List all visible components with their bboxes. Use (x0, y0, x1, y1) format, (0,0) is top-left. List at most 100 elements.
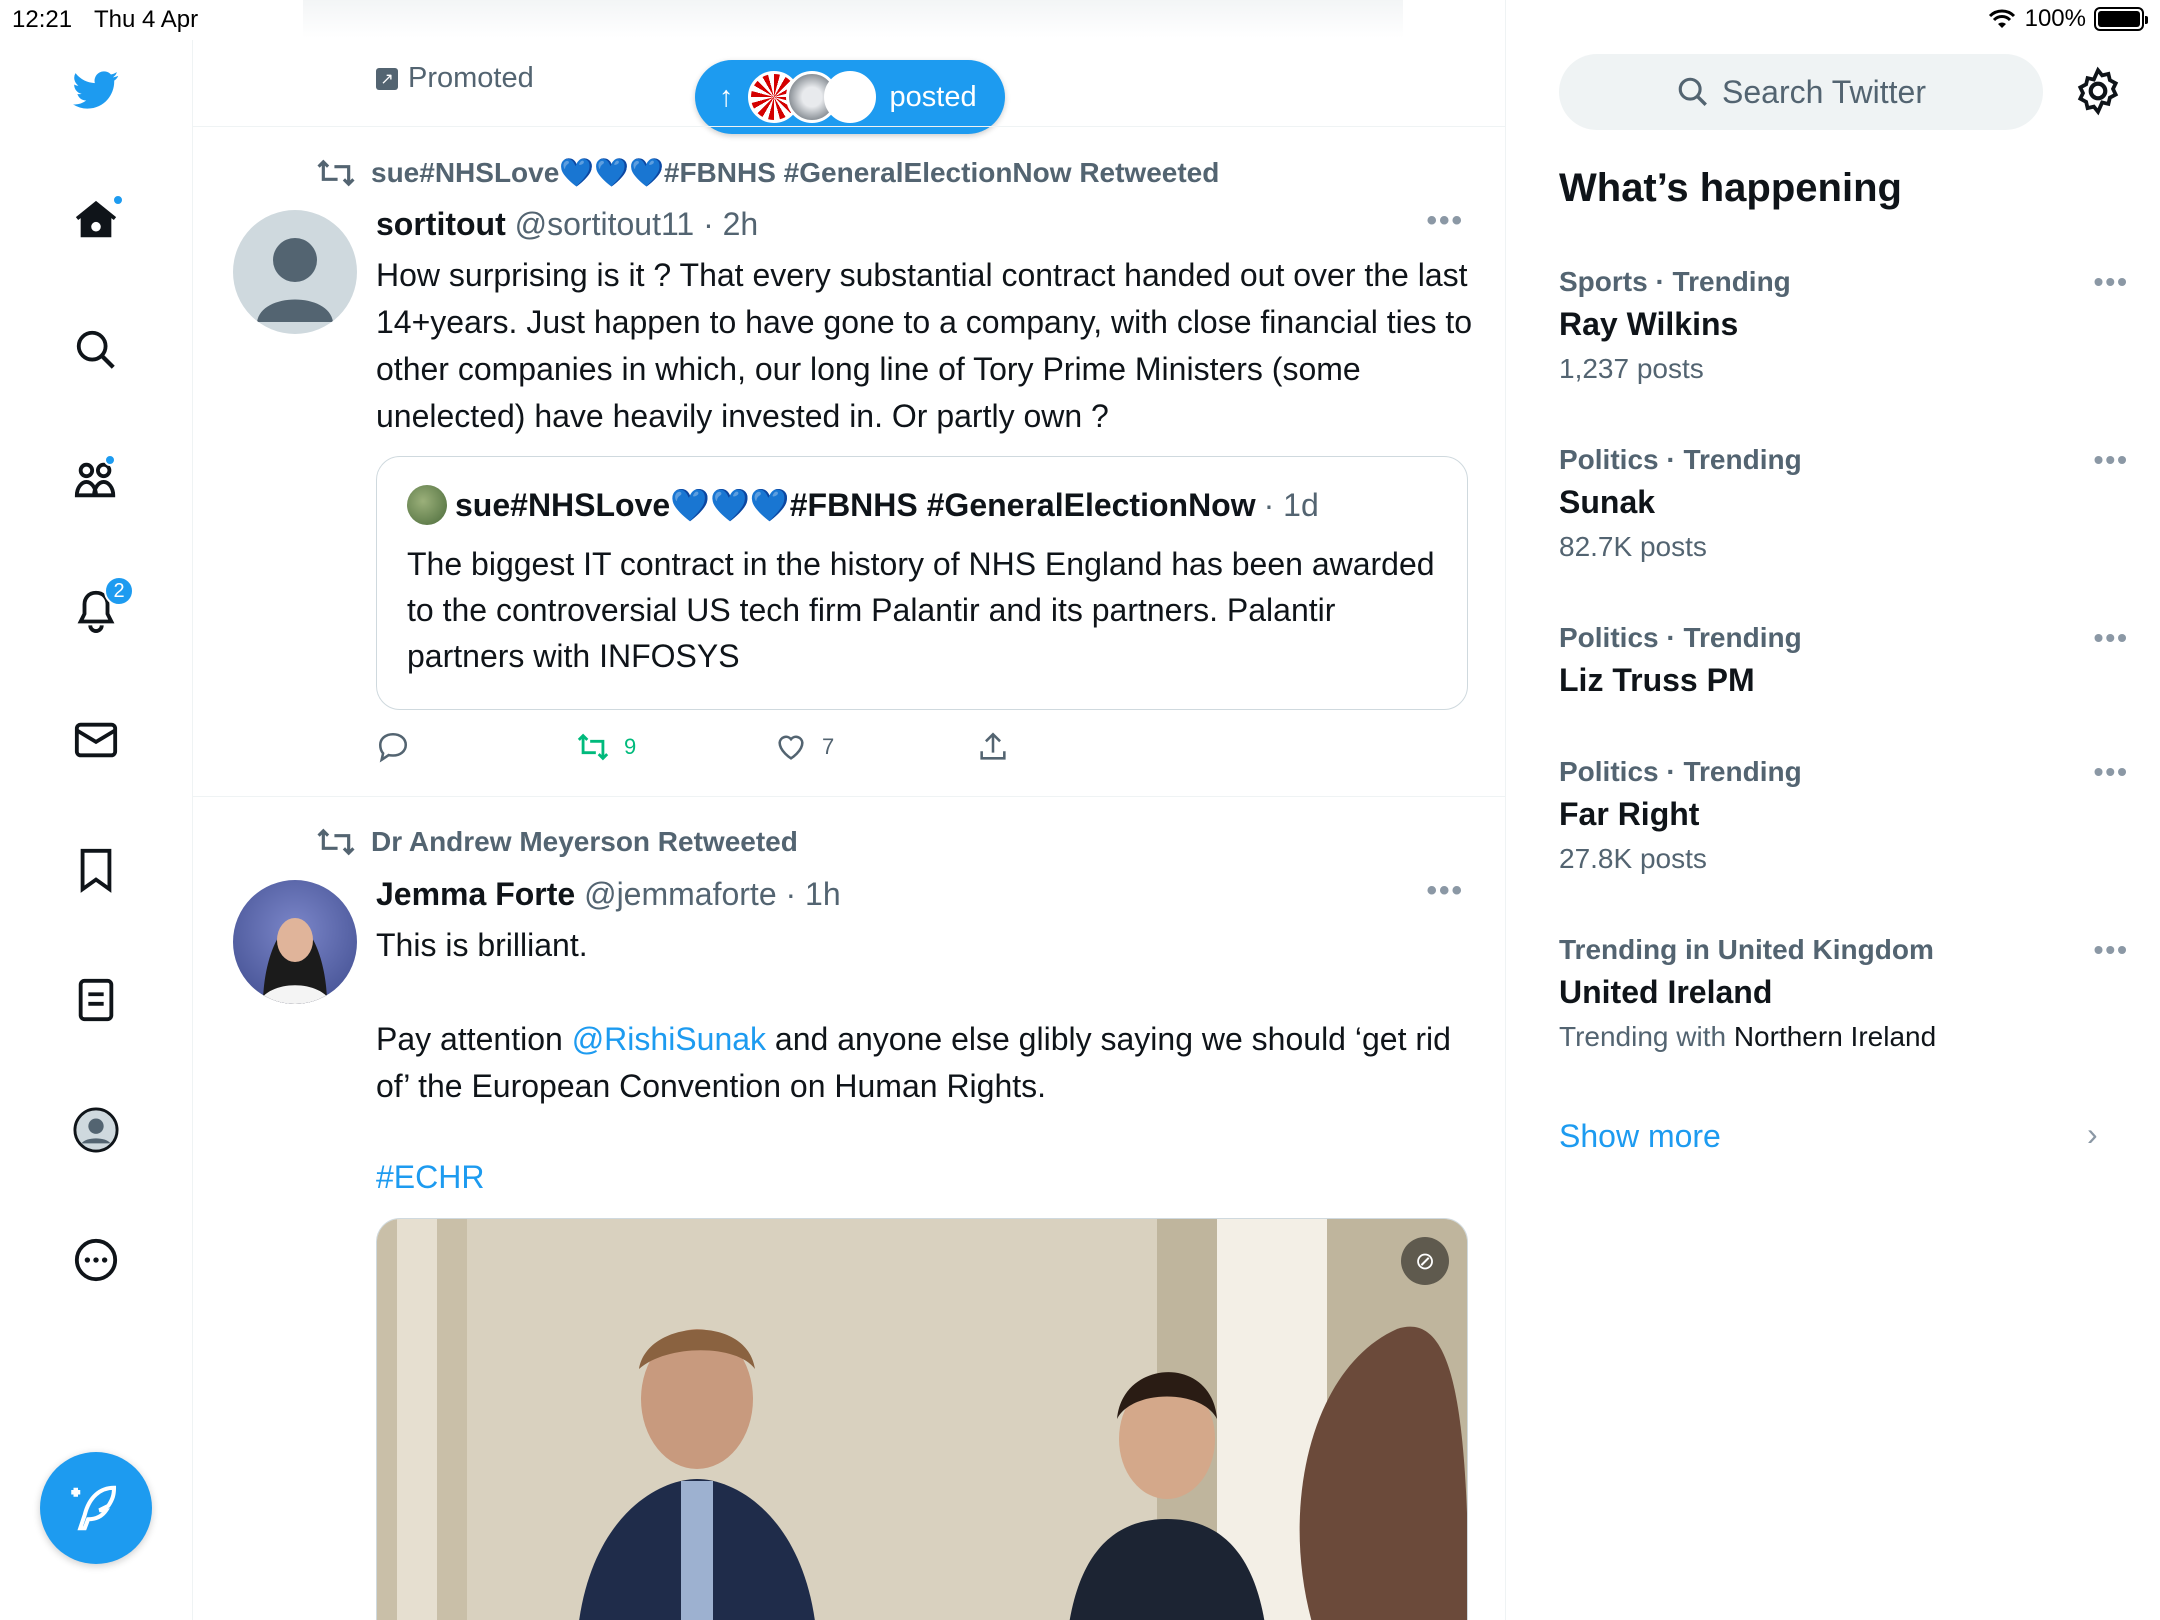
trend-name: Far Right (1559, 796, 1700, 832)
pill-avatar (823, 71, 876, 123)
show-more-link[interactable]: Show more (1559, 1118, 1721, 1155)
status-time: 12:21 (12, 6, 73, 33)
compose-tweet-button[interactable] (40, 1452, 152, 1564)
trend-more-icon[interactable]: ••• (2094, 266, 2129, 298)
tweet-video[interactable]: ⊘ (376, 1218, 1468, 1620)
notifications-bell-icon[interactable]: 2 (70, 576, 134, 636)
search-icon[interactable] (70, 324, 122, 376)
communities-icon[interactable] (70, 454, 122, 506)
quoted-tweet-text: The biggest IT contract in the history o… (407, 546, 1435, 674)
trend-more-icon[interactable]: ••• (2094, 622, 2129, 654)
bookmarks-icon[interactable] (70, 844, 122, 896)
trend-category: Politics · Trending (1559, 756, 1802, 787)
avatar-jemma-forte[interactable] (233, 880, 357, 1004)
trend-name: Ray Wilkins (1559, 306, 1739, 342)
tweet-header: Jemma Forte @jemmaforte · 1h (376, 876, 841, 913)
trend-more-icon[interactable]: ••• (2094, 934, 2129, 966)
tweet-text: This is brilliant. Pay attention @RishiS… (376, 922, 1476, 1201)
communities-unread-dot (104, 454, 116, 466)
tweet-header: sortitout @sortitout11 · 2h (376, 206, 758, 243)
prior-tweet-media-edge (303, 0, 1403, 38)
right-sidebar: Search Twitter What’s happening Sports ·… (1507, 0, 2160, 1620)
home-unread-dot (112, 194, 124, 206)
trend-count: 82.7K posts (1559, 531, 1707, 562)
like-count: 7 (822, 734, 835, 759)
status-date: Thu 4 Apr (94, 6, 199, 33)
avatar-sortitout[interactable] (233, 210, 357, 334)
tweet-time: · 1h (785, 876, 841, 912)
quoted-author-avatar (407, 485, 447, 525)
compose-feather-icon (71, 1485, 117, 1531)
retweet-icon (317, 159, 355, 186)
media-sensitive-toggle-icon[interactable]: ⊘ (1401, 1237, 1449, 1285)
share-button[interactable] (976, 730, 1010, 764)
trend-item[interactable]: Politics · Trending Sunak 82.7K posts ••… (1559, 444, 2127, 563)
mention-link[interactable]: @RishiSunak (572, 1021, 766, 1057)
retweet-button[interactable]: 9 (576, 730, 636, 764)
search-placeholder: Search Twitter (1722, 73, 1926, 110)
profile-avatar-icon[interactable] (70, 1104, 122, 1156)
author-name[interactable]: Jemma Forte (376, 876, 575, 912)
tweet-text-paragraph: Pay attention @RishiSunak and anyone els… (376, 1021, 1451, 1104)
hashtag-link[interactable]: #ECHR (376, 1154, 1476, 1201)
trend-more-icon[interactable]: ••• (2094, 756, 2129, 788)
trend-category: Politics · Trending (1559, 622, 1802, 653)
twitter-logo-icon[interactable] (70, 64, 122, 116)
timeline: ↗ Promoted ↑ posted sue#NHSLove💙💙💙#FBNHS… (193, 0, 1506, 1620)
author-handle[interactable]: @sortitout11 (515, 206, 695, 242)
home-icon[interactable] (70, 194, 124, 246)
promoted-arrow-icon: ↗ (376, 67, 398, 90)
retweet-count: 9 (624, 734, 637, 759)
messages-mail-icon[interactable] (70, 714, 122, 766)
chevron-right-icon[interactable]: › (2087, 1116, 2098, 1153)
trend-item[interactable]: Trending in United Kingdom United Irelan… (1559, 934, 2127, 1053)
trend-count: 27.8K posts (1559, 843, 1707, 874)
promoted-label: ↗ Promoted (376, 62, 534, 95)
quoted-tweet[interactable]: sue#NHSLove💙💙💙#FBNHS #GeneralElectionNow… (376, 456, 1468, 710)
whats-happening-title: What’s happening (1559, 166, 1902, 210)
reply-button[interactable] (376, 730, 410, 764)
retweet-icon (577, 733, 609, 761)
trend-name: Liz Truss PM (1559, 662, 1755, 698)
search-icon (1678, 77, 1707, 106)
tweet-text-line: This is brilliant. (376, 927, 588, 963)
pill-avatars (747, 71, 876, 123)
tweet-more-icon[interactable]: ••• (1426, 204, 1464, 238)
trend-item[interactable]: Sports · Trending Ray Wilkins 1,237 post… (1559, 266, 2127, 385)
trend-category: Politics · Trending (1559, 444, 1802, 475)
new-posts-label: posted (889, 80, 977, 113)
tweet-card[interactable]: Dr Andrew Meyerson Retweeted Jemma Forte… (193, 796, 1505, 1620)
author-name[interactable]: sortitout (376, 206, 506, 242)
tweet-card[interactable]: sue#NHSLove💙💙💙#FBNHS #GeneralElectionNow… (193, 126, 1505, 796)
settings-gear-icon[interactable] (2073, 66, 2123, 116)
lists-icon[interactable] (70, 974, 122, 1026)
more-options-icon[interactable] (70, 1234, 122, 1286)
tweet-text: How surprising is it ? That every substa… (376, 257, 1473, 434)
new-posts-pill[interactable]: ↑ posted (695, 60, 1005, 134)
retweet-icon (317, 828, 355, 856)
quoted-tweet-time: · 1d (1263, 486, 1319, 523)
quoted-author-name: sue#NHSLove💙💙💙#FBNHS #GeneralElectionNow (455, 487, 1256, 523)
like-button[interactable]: 7 (774, 730, 834, 764)
trend-item[interactable]: Politics · Trending Liz Truss PM ••• (1559, 622, 2127, 699)
quoted-tweet-header: sue#NHSLove💙💙💙#FBNHS #GeneralElectionNow… (407, 485, 1319, 525)
heart-icon (778, 735, 804, 760)
notifications-badge: 2 (104, 576, 134, 606)
tweet-more-icon[interactable]: ••• (1426, 874, 1464, 908)
share-icon (980, 732, 1006, 760)
trend-count: 1,237 posts (1559, 353, 1704, 384)
trend-more-icon[interactable]: ••• (2094, 444, 2129, 476)
arrow-up-icon: ↑ (719, 80, 734, 113)
search-twitter-input[interactable]: Search Twitter (1559, 54, 2043, 130)
trend-item[interactable]: Politics · Trending Far Right 27.8K post… (1559, 756, 2127, 875)
reply-icon (378, 732, 408, 763)
retweet-attribution: sue#NHSLove💙💙💙#FBNHS #GeneralElectionNow… (317, 156, 1219, 189)
retweet-attribution: Dr Andrew Meyerson Retweeted (317, 826, 798, 858)
tweet-time: · 2h (703, 206, 759, 242)
trend-count: Trending with Northern Ireland (1559, 1021, 1937, 1052)
left-nav: 2 (0, 40, 193, 1620)
trend-name: Sunak (1559, 484, 1656, 520)
trend-name: United Ireland (1559, 974, 1773, 1010)
trend-category: Trending in United Kingdom (1559, 934, 1934, 965)
author-handle[interactable]: @jemmaforte (584, 876, 777, 912)
